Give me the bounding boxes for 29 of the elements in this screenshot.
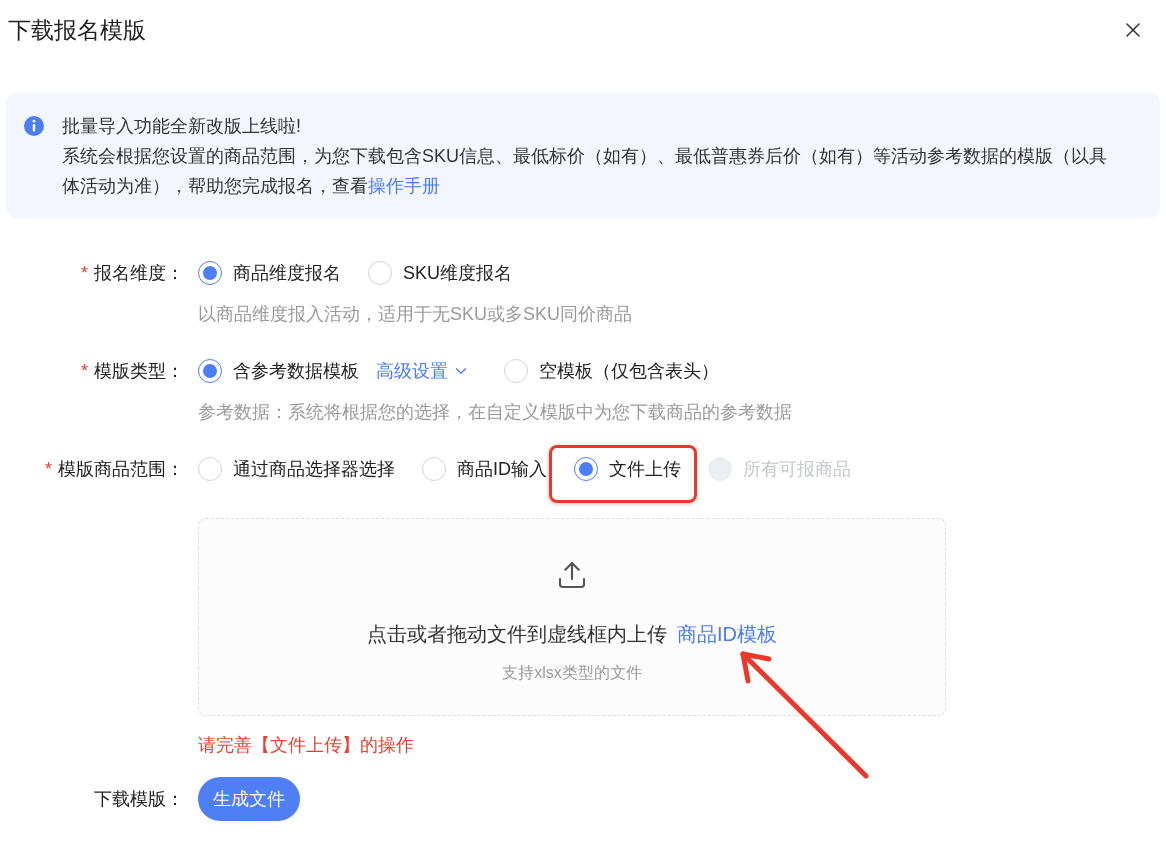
required-mark: * — [81, 359, 88, 383]
error-message: 请完善【文件上传】的操作 — [198, 734, 414, 757]
required-mark: * — [81, 261, 88, 285]
radio-option[interactable]: 文件上传 — [574, 457, 681, 481]
info-icon — [24, 116, 44, 136]
radio-option[interactable]: SKU维度报名 — [368, 261, 512, 285]
field-label: 模版商品范围： — [58, 457, 184, 481]
template-link[interactable]: 商品ID模板 — [677, 620, 777, 648]
upload-hint: 支持xlsx类型的文件 — [502, 663, 642, 683]
field-label: 报名维度： — [94, 261, 184, 285]
radio-option[interactable]: 含参考数据模板 — [198, 359, 359, 383]
radio-option[interactable]: 空模板（仅包含表头） — [504, 359, 719, 383]
field-label: 模版类型： — [94, 359, 184, 383]
field-label: 下载模版： — [94, 787, 184, 811]
upload-prompt: 点击或者拖动文件到虚线框内上传 — [367, 622, 667, 647]
required-mark: * — [45, 457, 52, 481]
radio-option[interactable]: 商品维度报名 — [198, 261, 341, 285]
upload-dropzone[interactable]: 点击或者拖动文件到虚线框内上传 商品ID模板 支持xlsx类型的文件 — [198, 518, 946, 716]
radio-option[interactable]: 商品ID输入 — [422, 457, 547, 481]
notice-heading: 批量导入功能全新改版上线啦! — [62, 115, 302, 138]
manual-link[interactable]: 操作手册 — [368, 176, 440, 196]
radio-option[interactable]: 通过商品选择器选择 — [198, 457, 395, 481]
help-text: 以商品维度报入活动，适用于无SKU或多SKU同价商品 — [198, 303, 633, 326]
upload-icon — [556, 559, 588, 591]
generate-file-button[interactable]: 生成文件 — [198, 777, 300, 821]
notice-text: 系统会根据您设置的商品范围，为您下载包含SKU信息、最低标价（如有）、最低普惠券后价（如有）等活动参考数据的模版（以具体活动为准），帮助您完成报名，查看操作手册 — [62, 145, 1108, 198]
help-text: 参考数据：系统将根据您的选择，在自定义模版中为您下载商品的参考数据 — [198, 401, 792, 424]
dropdown-link[interactable]: 高级设置 — [376, 359, 470, 383]
dialog-title: 下载报名模版 — [8, 16, 146, 45]
